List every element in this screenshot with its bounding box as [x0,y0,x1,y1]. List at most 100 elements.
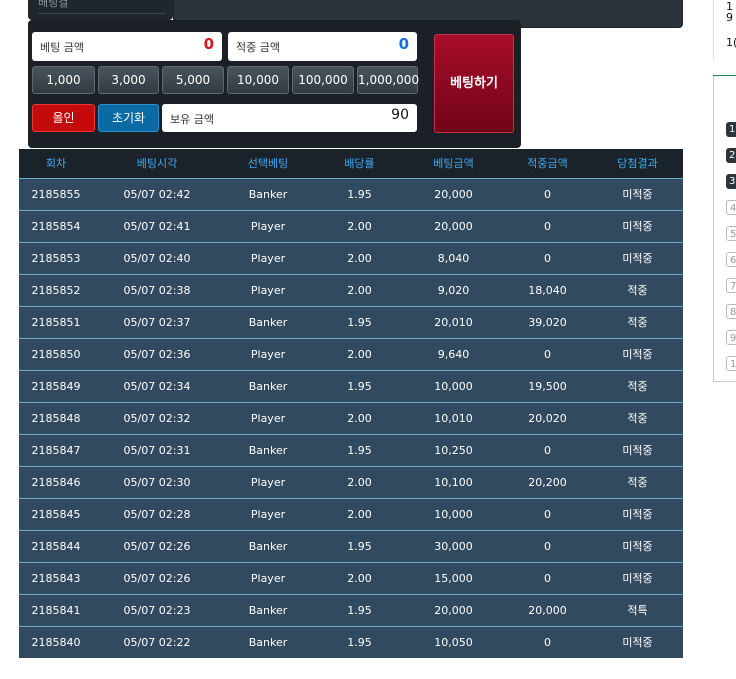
cell-bet-time: 05/07 02:26 [93,561,221,594]
col-header-odds: 배당률 [315,149,404,178]
cell-win-amount: 39,020 [503,305,592,338]
cell-result: 미적중 [592,337,683,370]
cell-odds: 1.95 [315,177,404,210]
cell-win-amount: 20,020 [503,401,592,434]
cell-bet-amount: 30,000 [404,529,503,562]
cell-bet-time: 05/07 02:30 [93,465,221,498]
cell-result: 적중 [592,369,683,402]
cell-bet-time: 05/07 02:23 [93,593,221,626]
cell-bet-amount: 10,050 [404,625,503,658]
cell-bet-amount: 20,000 [404,209,503,242]
all-in-button[interactable]: 올인 [32,104,95,132]
cell-win-amount: 0 [503,497,592,530]
cell-bet-time: 05/07 02:34 [93,369,221,402]
cell-selection: Banker [221,433,315,466]
cell-odds: 1.95 [315,593,404,626]
place-bet-button[interactable]: 베팅하기 [434,34,514,133]
cell-round: 2185840 [19,625,93,658]
cell-odds: 1.95 [315,625,404,658]
cell-odds: 1.95 [315,305,404,338]
cell-result: 미적중 [592,529,683,562]
cell-bet-time: 05/07 02:38 [93,273,221,306]
cell-round: 2185850 [19,337,93,370]
cell-round: 2185849 [19,369,93,402]
cell-result: 미적중 [592,561,683,594]
cell-round: 2185854 [19,209,93,242]
cell-bet-time: 05/07 02:41 [93,209,221,242]
cell-bet-time: 05/07 02:26 [93,529,221,562]
col-header-result: 당첨결과 [592,149,683,178]
rank-badge: 8 [726,304,736,319]
col-header-bet-time: 베팅시각 [93,149,221,178]
cell-odds: 2.00 [315,465,404,498]
cell-result: 미적중 [592,177,683,210]
cell-selection: Player [221,465,315,498]
reset-button[interactable]: 초기화 [98,104,159,132]
cell-selection: Player [221,209,315,242]
right-text-3: 1( [726,36,736,49]
cell-round: 2185851 [19,305,93,338]
cell-win-amount: 18,040 [503,273,592,306]
cell-bet-amount: 15,000 [404,561,503,594]
table-row: 2185843 05/07 02:26 Player 2.00 15,000 0 미적중 [19,561,683,594]
cell-bet-amount: 8,040 [404,241,503,274]
chip-10000-button[interactable]: 10,000 [227,66,289,94]
cell-result: 적중 [592,305,683,338]
win-amount-value: 0 [398,35,409,53]
right-text-2: 9 [726,11,733,24]
chip-100000-button[interactable]: 100,000 [292,66,354,94]
cell-selection: Banker [221,369,315,402]
cell-bet-time: 05/07 02:36 [93,337,221,370]
win-amount-box: 적중 금액 0 [228,32,417,61]
cell-result: 적중 [592,273,683,306]
cell-odds: 2.00 [315,561,404,594]
cell-bet-amount: 10,010 [404,401,503,434]
win-amount-label: 적중 금액 [236,41,280,54]
cell-result: 미적중 [592,433,683,466]
cell-result: 적특 [592,593,683,626]
cell-result: 미적중 [592,625,683,658]
cell-round: 2185847 [19,433,93,466]
cell-bet-amount: 10,250 [404,433,503,466]
cell-win-amount: 19,500 [503,369,592,402]
chip-1000-button[interactable]: 1,000 [32,66,95,94]
col-header-selection: 선택베팅 [221,149,315,178]
cell-bet-amount: 20,000 [404,593,503,626]
cell-round: 2185852 [19,273,93,306]
cell-selection: Player [221,337,315,370]
cell-round: 2185853 [19,241,93,274]
cell-odds: 1.95 [315,433,404,466]
table-header-row: 회차 베팅시각 선택베팅 배당률 베팅금액 적중금액 당첨결과 [19,149,683,178]
table-row: 2185851 05/07 02:37 Banker 1.95 20,010 39,020… [19,305,683,338]
chip-3000-button[interactable]: 3,000 [98,66,159,94]
cell-round: 2185855 [19,177,93,210]
cell-bet-amount: 20,010 [404,305,503,338]
rank-badge: 1 [726,122,736,137]
balance-label: 보유 금액 [170,113,214,126]
divider [38,13,165,14]
chip-5000-button[interactable]: 5,000 [162,66,224,94]
cell-bet-time: 05/07 02:40 [93,241,221,274]
cell-bet-amount: 10,000 [404,497,503,530]
cell-round: 2185848 [19,401,93,434]
bet-panel: 베팅 금액 0 적중 금액 0 1,000 3,000 5,000 10,000… [28,20,521,148]
cell-round: 2185846 [19,465,93,498]
top-left-panel: 배팅결 [28,0,173,20]
cell-round: 2185841 [19,593,93,626]
cell-result: 미적중 [592,241,683,274]
cell-bet-time: 05/07 02:37 [93,305,221,338]
cell-bet-time: 05/07 02:28 [93,497,221,530]
table-row: 2185852 05/07 02:38 Player 2.00 9,020 18,040 적… [19,273,683,306]
chip-1000000-button[interactable]: 1,000,000 [357,66,419,94]
cell-selection: Banker [221,177,315,210]
rank-badge: 5 [726,226,736,241]
cell-odds: 2.00 [315,401,404,434]
cell-round: 2185843 [19,561,93,594]
col-header-round: 회차 [19,149,93,178]
rank-badge: 3 [726,174,736,189]
cell-bet-amount: 20,000 [404,177,503,210]
table-row: 2185845 05/07 02:28 Player 2.00 10,000 0 미적중 [19,497,683,530]
cell-odds: 2.00 [315,241,404,274]
table-row: 2185849 05/07 02:34 Banker 1.95 10,000 19,500… [19,369,683,402]
rank-badge: 6 [726,252,736,267]
